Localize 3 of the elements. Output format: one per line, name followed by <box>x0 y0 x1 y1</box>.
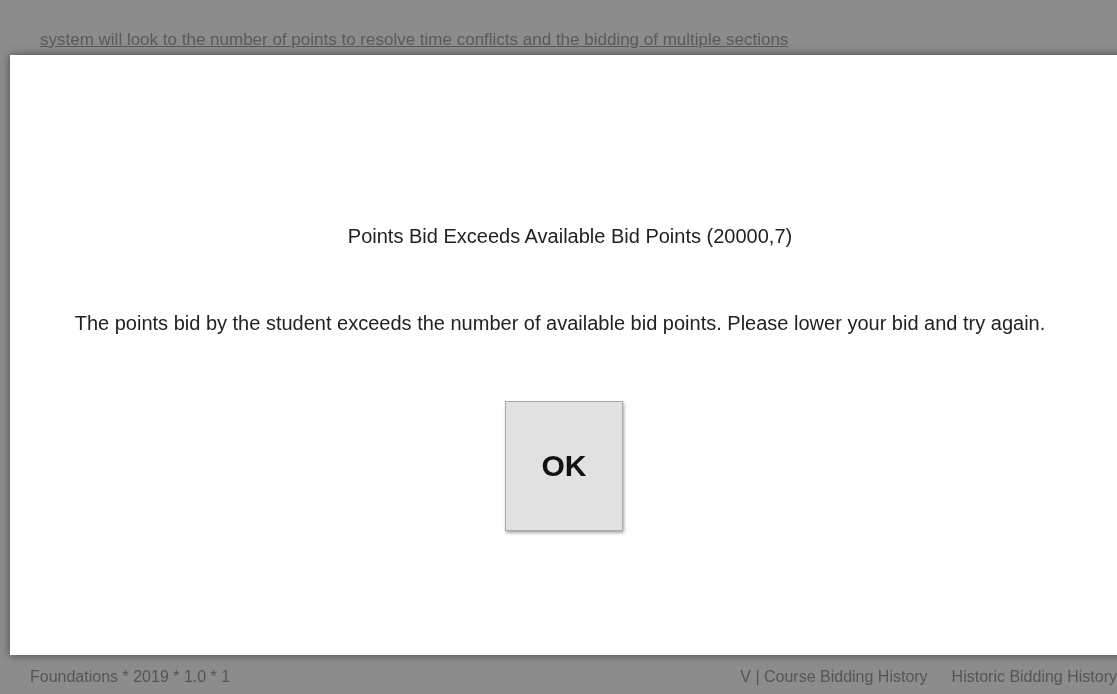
dialog-message: The points bid by the student exceeds the number of available bid points. Please lower your bid and try again. <box>74 312 1046 335</box>
dialog-title: Points Bid Exceeds Available Bid Points (20000,7) <box>347 225 793 248</box>
ok-button[interactable]: OK <box>505 401 623 531</box>
